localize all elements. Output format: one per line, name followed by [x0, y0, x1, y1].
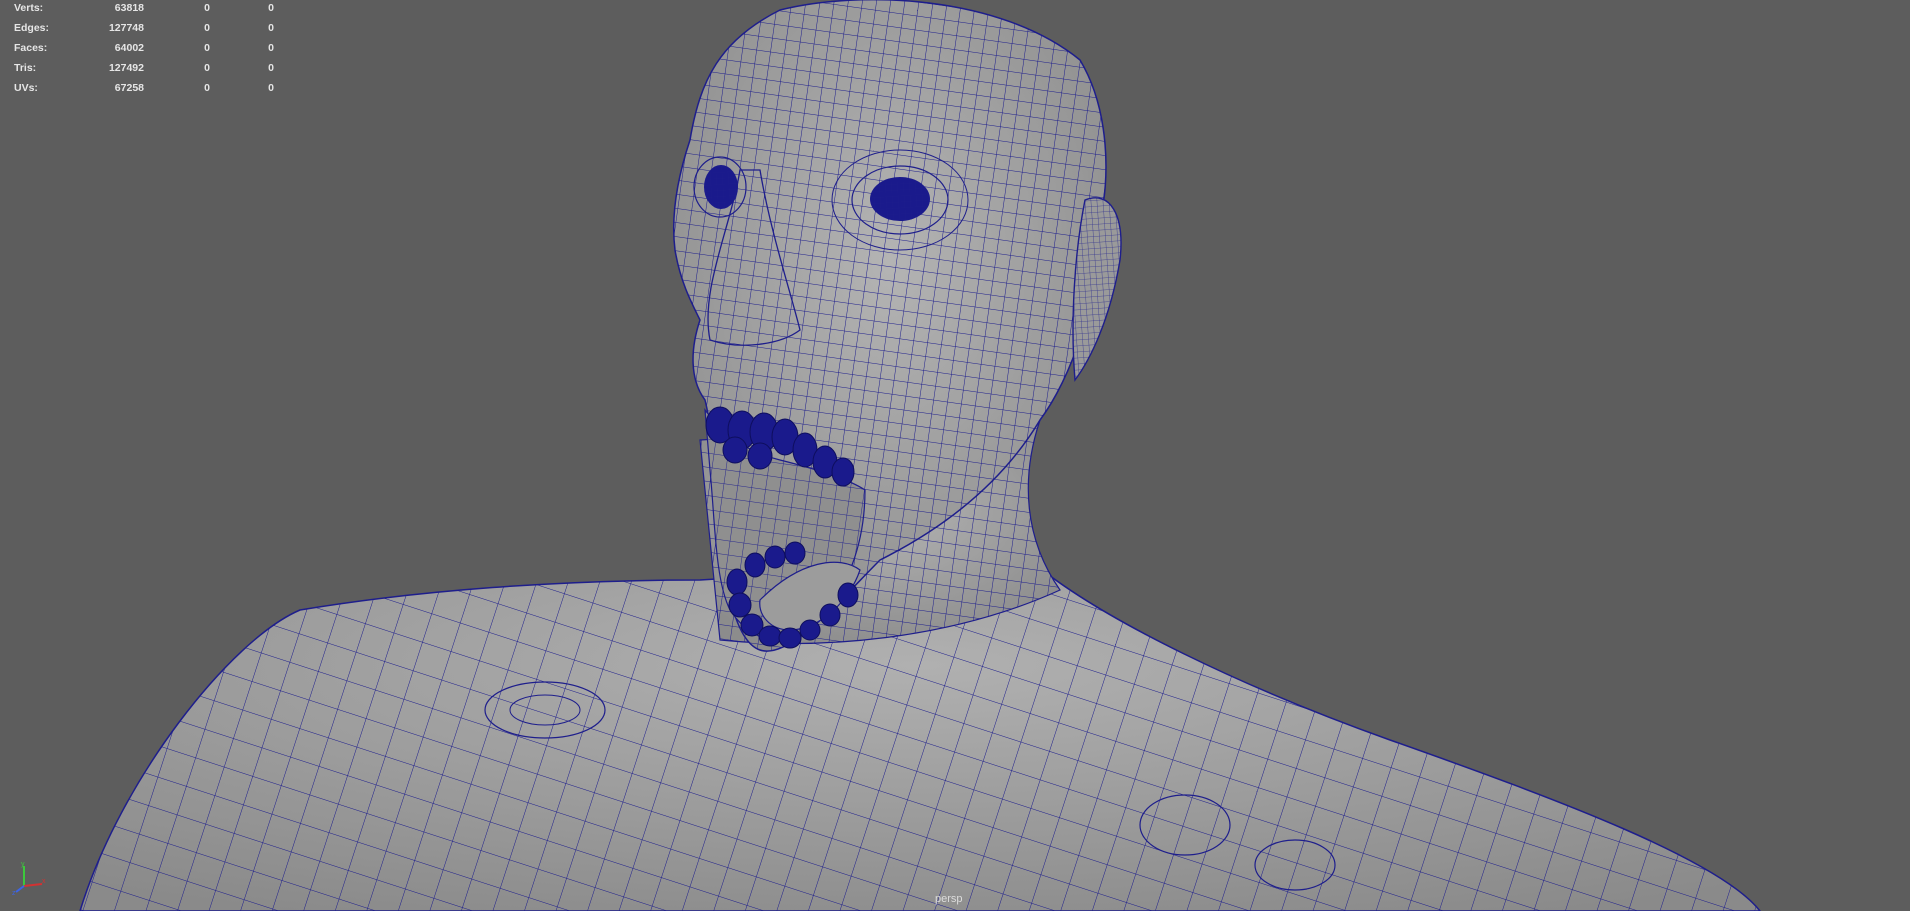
hud-row-uvs: UVs: 67258 0 0 — [14, 82, 274, 102]
hud-row-edges: Edges: 127748 0 0 — [14, 22, 274, 42]
hud-total-value: 127492 — [108, 62, 144, 74]
hud-selected-value: 0 — [204, 62, 210, 74]
hud-row-verts: Verts: 63818 0 0 — [14, 2, 274, 22]
hud-component-value: 0 — [268, 42, 274, 54]
hud-total-value: 67258 — [114, 82, 144, 94]
hud-component-value: 0 — [268, 62, 274, 74]
hud-label: Verts: — [14, 2, 44, 14]
wireframe-mesh-render[interactable] — [0, 0, 1910, 911]
hud-total-value: 64002 — [114, 42, 144, 54]
svg-text:y: y — [21, 862, 25, 868]
hud-total-value: 127748 — [108, 22, 144, 34]
hud-selected-value: 0 — [204, 2, 210, 14]
hud-label: Edges: — [14, 22, 50, 34]
hud-label: UVs: — [14, 82, 38, 94]
hud-row-faces: Faces: 64002 0 0 — [14, 42, 274, 62]
hud-label: Tris: — [14, 62, 37, 74]
hud-selected-value: 0 — [204, 42, 210, 54]
hud-component-value: 0 — [268, 82, 274, 94]
svg-text:x: x — [42, 878, 46, 885]
hud-label: Faces: — [14, 42, 48, 54]
poly-count-hud: Verts: 63818 0 0 Edges: 127748 0 0 Faces… — [14, 2, 274, 102]
hud-component-value: 0 — [268, 22, 274, 34]
hud-selected-value: 0 — [204, 82, 210, 94]
view-axis-icon: y x z — [12, 862, 48, 896]
hud-component-value: 0 — [268, 2, 274, 14]
eye-left-mesh[interactable] — [704, 165, 738, 209]
svg-text:z: z — [12, 890, 16, 896]
hud-selected-value: 0 — [204, 22, 210, 34]
eye-right-mesh[interactable] — [870, 177, 930, 221]
hud-total-value: 63818 — [114, 2, 144, 14]
camera-name-label: persp — [935, 893, 963, 905]
maya-3d-viewport[interactable]: Verts: 63818 0 0 Edges: 127748 0 0 Faces… — [0, 0, 1910, 911]
hud-row-tris: Tris: 127492 0 0 — [14, 62, 274, 82]
